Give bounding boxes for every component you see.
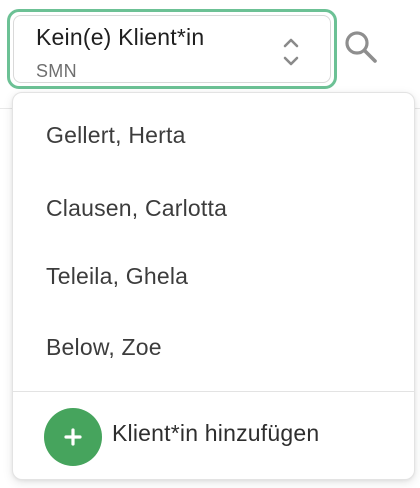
- add-client-label: Klient*in hinzufügen: [112, 420, 320, 446]
- dropdown-option[interactable]: Clausen, Carlotta: [13, 178, 414, 238]
- dropdown-option[interactable]: Teleila, Ghela: [13, 246, 414, 306]
- add-client-circle: [44, 408, 102, 466]
- dropdown-option[interactable]: Below, Zoe: [13, 317, 414, 377]
- plus-icon: [64, 428, 82, 446]
- dropdown-option[interactable]: Gellert, Herta: [13, 105, 414, 165]
- select-title: Kein(e) Klient*in: [36, 24, 205, 50]
- select-subtitle: SMN: [36, 61, 77, 81]
- client-dropdown-menu: Gellert, Herta Clausen, Carlotta Teleila…: [12, 92, 415, 480]
- add-client-button[interactable]: Klient*in hinzufügen: [13, 392, 414, 480]
- client-select[interactable]: Kein(e) Klient*in SMN: [7, 9, 337, 89]
- search-icon[interactable]: [343, 29, 379, 65]
- chevron-up-down-icon: [283, 38, 299, 66]
